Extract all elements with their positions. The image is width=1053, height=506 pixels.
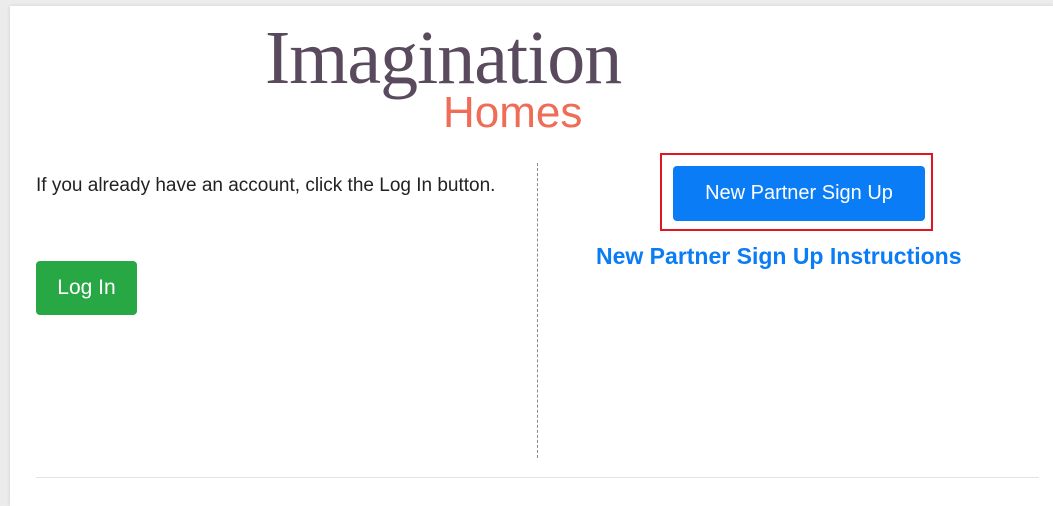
page-container: Imagination Homes If you already have an…: [10, 6, 1053, 506]
existing-account-section: If you already have an account, click th…: [36, 170, 526, 202]
column-divider: [537, 163, 538, 458]
signup-instructions-link[interactable]: New Partner Sign Up Instructions: [596, 241, 1016, 271]
new-partner-signup-button[interactable]: New Partner Sign Up: [673, 166, 925, 221]
footer-divider: [36, 477, 1039, 478]
login-instructions-text: If you already have an account, click th…: [36, 175, 496, 196]
imagination-homes-logo: Imagination Homes: [265, 18, 665, 138]
logo-text-homes: Homes: [443, 88, 583, 137]
logo-text-imagination: Imagination: [265, 16, 622, 100]
login-button[interactable]: Log In: [36, 261, 137, 315]
